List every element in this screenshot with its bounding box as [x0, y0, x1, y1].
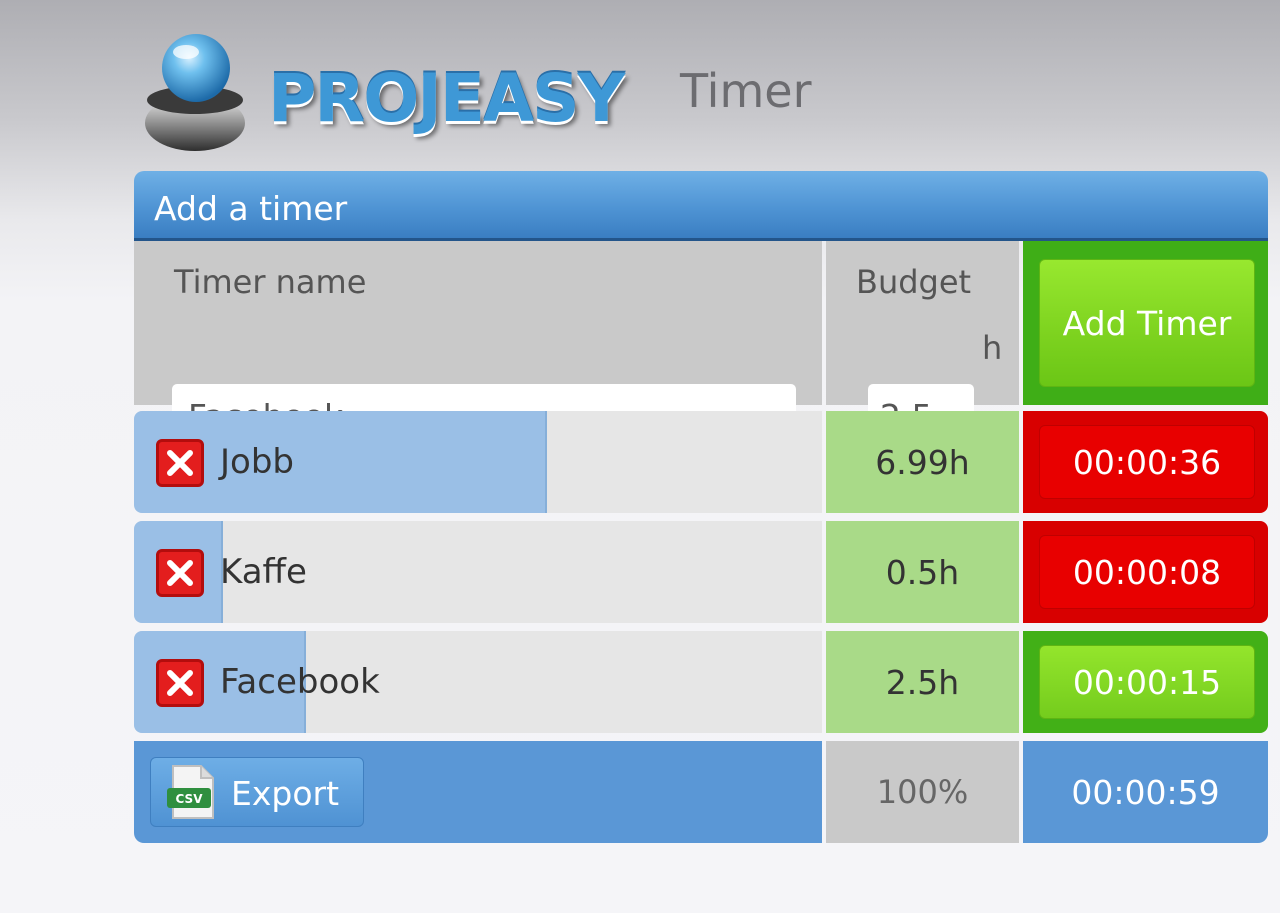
timer-budget: 2.5h — [826, 631, 1019, 733]
timer-name: Facebook — [220, 662, 380, 702]
delete-timer-button[interactable] — [156, 659, 204, 707]
timer-name-cell: Jobb — [134, 411, 822, 513]
timer-name-cell: Kaffe — [134, 521, 822, 623]
timer-row: Facebook 2.5h 00:00:15 — [134, 631, 1268, 733]
timer-name-cell: Facebook — [134, 631, 822, 733]
export-cell: CSV Export — [134, 741, 822, 843]
timer-clock-cell: 00:00:36 — [1023, 411, 1268, 513]
timer-budget: 0.5h — [826, 521, 1019, 623]
timer-panel: Add a timer Timer name Budget h Add Time… — [134, 171, 1268, 843]
totals-row: CSV Export 100% 00:00:59 — [134, 741, 1268, 843]
sphere-logo-icon — [145, 34, 245, 151]
close-icon — [167, 670, 193, 696]
timer-budget: 6.99h — [826, 411, 1019, 513]
timer-row: Kaffe 0.5h 00:00:08 — [134, 521, 1268, 623]
timer-clock-button[interactable]: 00:00:08 — [1039, 535, 1255, 609]
close-icon — [167, 560, 193, 586]
timer-list: Jobb 6.99h 00:00:36 Kaffe 0.5h 00:00:08 — [134, 411, 1268, 733]
logo-brand-text: PROJEASY — [268, 60, 625, 137]
timer-name: Kaffe — [220, 552, 307, 592]
budget-label: Budget — [856, 263, 972, 301]
budget-cell: Budget h — [826, 241, 1019, 448]
timer-clock-cell: 00:00:15 — [1023, 631, 1268, 733]
total-time: 00:00:59 — [1023, 741, 1268, 843]
csv-file-icon: CSV — [167, 765, 214, 819]
csv-badge-text: CSV — [176, 792, 204, 806]
budget-unit: h — [982, 329, 1003, 367]
delete-timer-button[interactable] — [156, 439, 204, 487]
total-percent: 100% — [826, 741, 1019, 843]
add-timer-form: Timer name Budget h Add Timer — [134, 241, 1268, 448]
timer-name-label: Timer name — [174, 263, 367, 301]
panel-header: Add a timer — [134, 171, 1268, 241]
timer-clock-cell: 00:00:08 — [1023, 521, 1268, 623]
export-button[interactable]: CSV Export — [150, 757, 364, 827]
timer-clock-button[interactable]: 00:00:15 — [1039, 645, 1255, 719]
timer-name-cell: Timer name — [134, 241, 822, 448]
app-logo: PROJEASY Timer — [140, 28, 840, 158]
timer-clock-button[interactable]: 00:00:36 — [1039, 425, 1255, 499]
add-timer-cell: Add Timer — [1023, 241, 1268, 405]
timer-row: Jobb 6.99h 00:00:36 — [134, 411, 1268, 513]
export-label: Export — [231, 774, 340, 813]
delete-timer-button[interactable] — [156, 549, 204, 597]
add-timer-button[interactable]: Add Timer — [1039, 259, 1255, 387]
close-icon — [167, 450, 193, 476]
logo-subtitle: Timer — [680, 64, 812, 118]
timer-name: Jobb — [220, 442, 294, 482]
